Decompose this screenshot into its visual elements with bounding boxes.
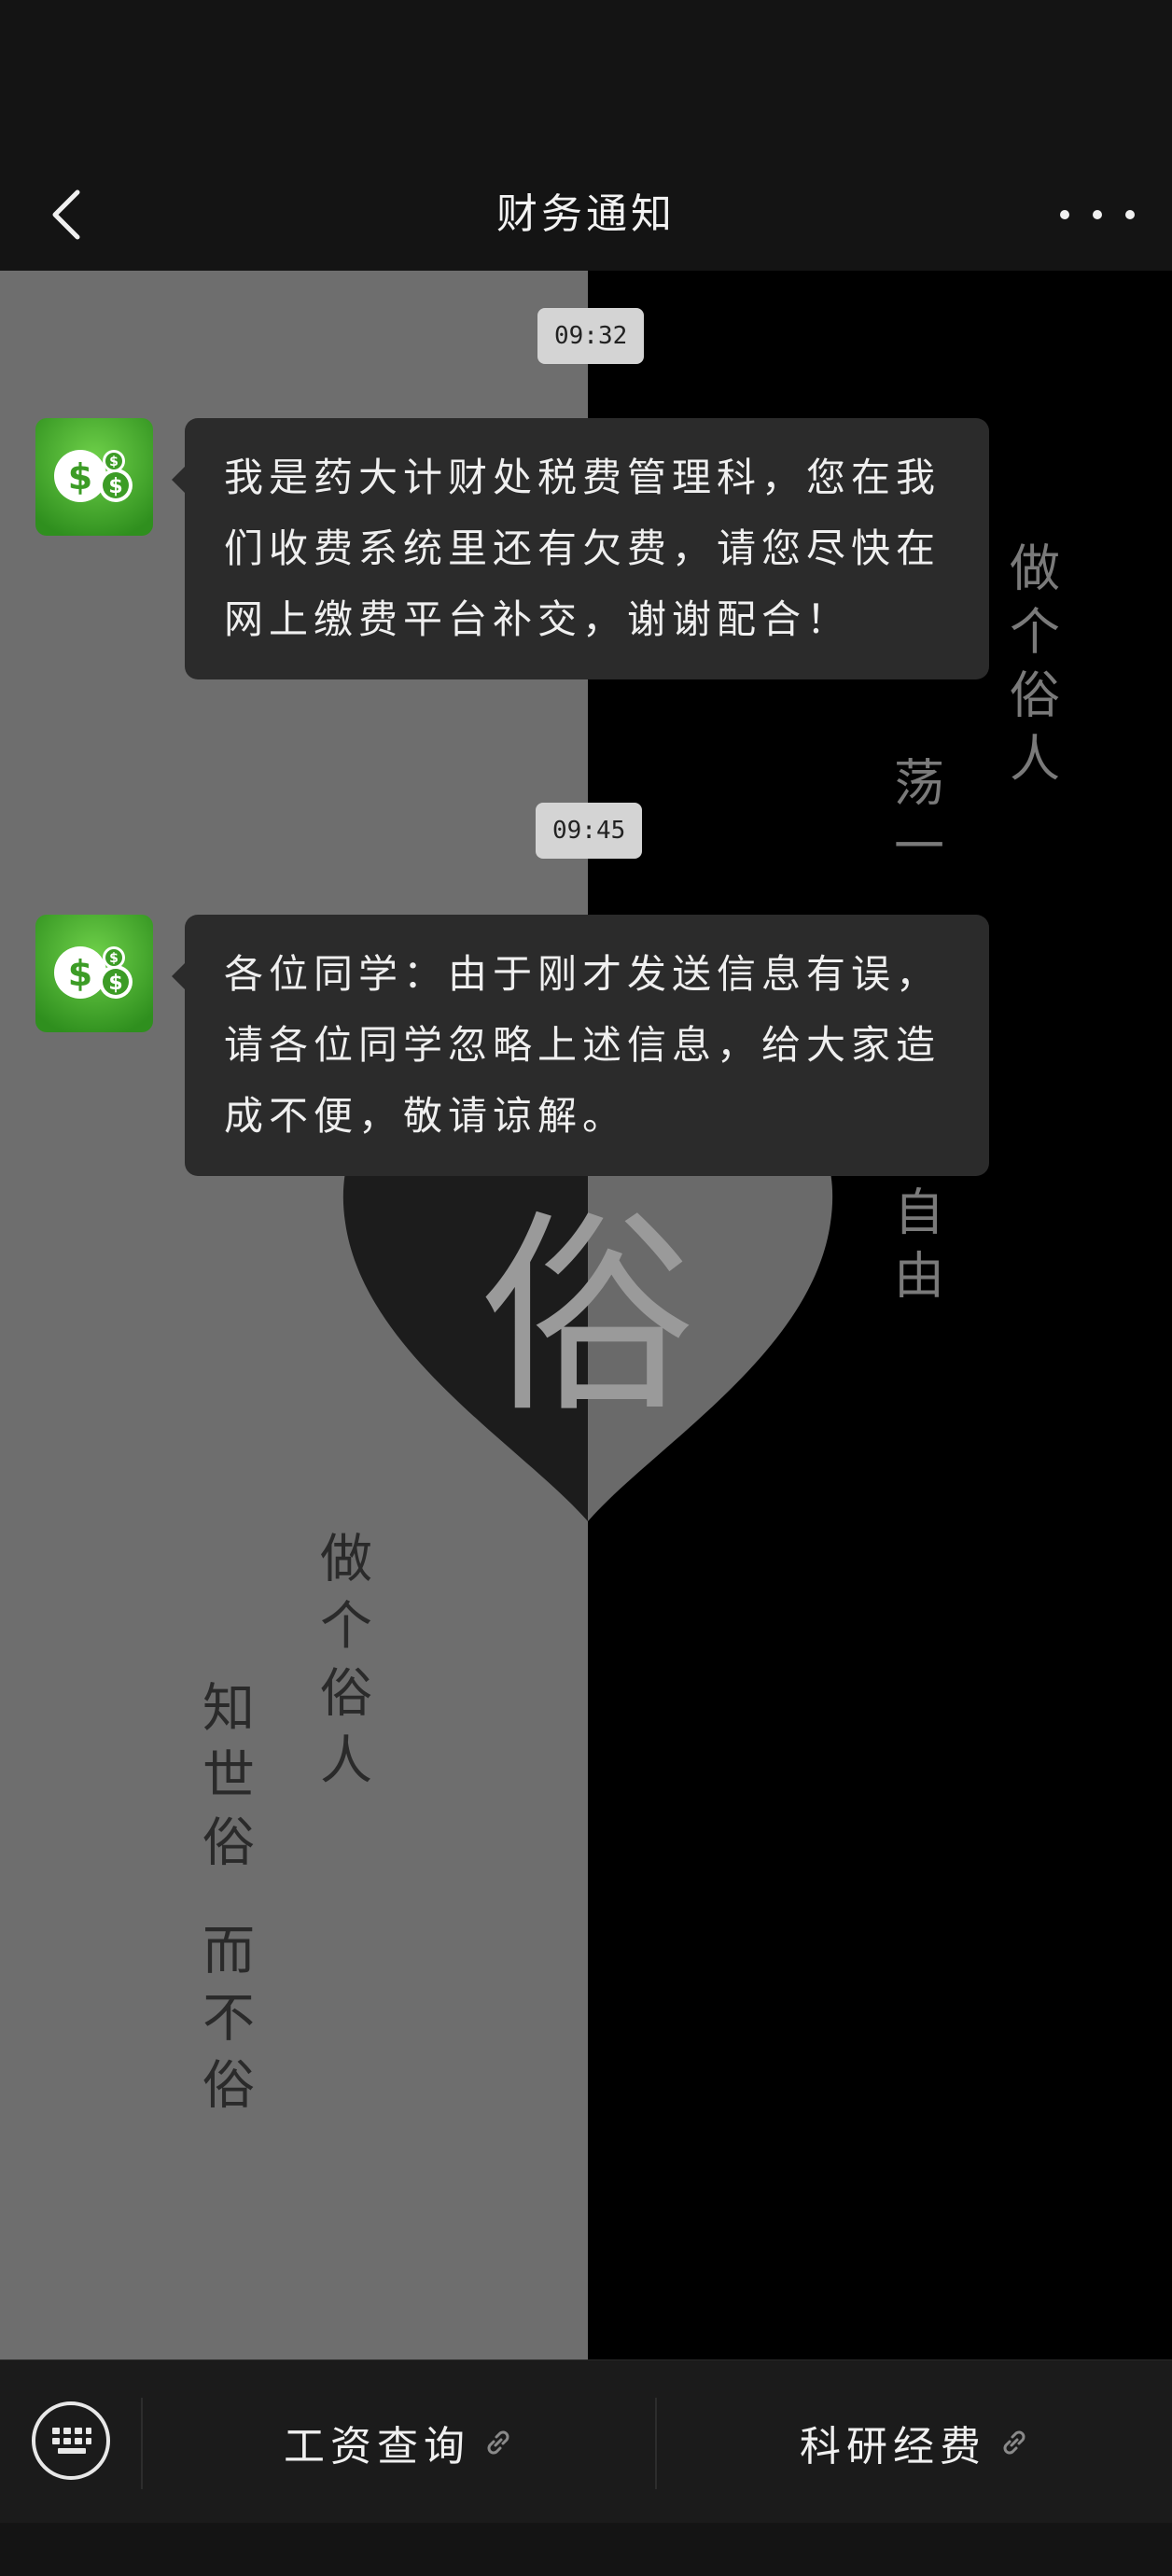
message-timestamp: 09:45 <box>536 803 643 859</box>
wallpaper-left-column-3: 而不俗 <box>194 1923 255 2124</box>
message-bubble[interactable]: 我是药大计财处税费管理科，您在我们收费系统里还有欠费，请您尽快在网上缴费平台补交… <box>172 418 989 679</box>
wallpaper-left-column-1: 做个俗人 <box>312 1531 372 1799</box>
avatar[interactable]: $ $ $ <box>35 418 153 536</box>
chat-area[interactable]: 俗 做个俗人 荡一 自由 做个俗人 知世俗 而不俗 09:32 $ $ $ 我是… <box>0 271 1172 2359</box>
more-dot <box>1060 210 1069 219</box>
money-coins-icon: $ $ $ <box>35 418 153 536</box>
wallpaper-right-column-1: 做个俗人 <box>1001 541 1060 795</box>
message-timestamp: 09:32 <box>537 308 645 364</box>
link-icon <box>483 2428 513 2457</box>
keyboard-toggle-button[interactable] <box>32 2401 110 2480</box>
link-icon <box>999 2428 1029 2457</box>
more-button[interactable] <box>1060 187 1135 243</box>
more-dot <box>1093 210 1102 219</box>
wallpaper-right-column-2: 荡一 <box>886 756 944 883</box>
status-bar <box>0 0 1172 159</box>
menu-item-label: 科研经费 <box>800 2422 986 2471</box>
nav-bar: 财务通知 <box>0 159 1172 271</box>
svg-text:$: $ <box>68 456 92 497</box>
svg-text:$: $ <box>108 972 122 995</box>
menu-item-label: 工资查询 <box>284 2422 470 2471</box>
keyboard-icon <box>52 2428 91 2454</box>
wallpaper-right-column-3: 自由 <box>886 1185 944 1312</box>
home-indicator-area <box>0 2523 1172 2576</box>
wallpaper-center-glyph: 俗 <box>481 1193 695 1442</box>
page-title: 财务通知 <box>496 190 676 238</box>
wallpaper-left-column-2: 知世俗 <box>194 1680 255 1882</box>
menu-item-salary-query[interactable]: 工资查询 <box>142 2360 655 2524</box>
svg-text:$: $ <box>109 951 119 966</box>
more-dot <box>1125 210 1135 219</box>
svg-text:$: $ <box>109 455 119 469</box>
avatar[interactable]: $ $ $ <box>35 915 153 1032</box>
message-bubble[interactable]: 各位同学：由于刚才发送信息有误，请各位同学忽略上述信息，给大家造成不便，敬请谅解… <box>172 915 989 1176</box>
money-coins-icon: $ $ $ <box>35 915 153 1032</box>
svg-text:$: $ <box>108 475 122 498</box>
menu-item-research-funds[interactable]: 科研经费 <box>657 2360 1172 2524</box>
svg-text:$: $ <box>68 953 92 994</box>
bottom-menu-bar: 工资查询 科研经费 <box>0 2359 1172 2524</box>
